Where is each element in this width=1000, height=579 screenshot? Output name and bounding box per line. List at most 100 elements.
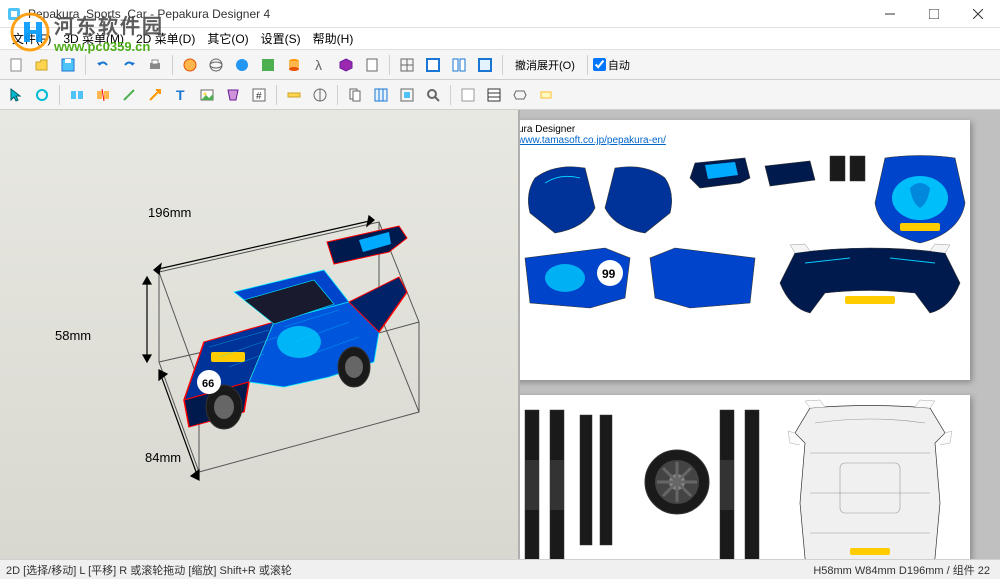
minimize-icon <box>885 9 895 19</box>
tb-select[interactable] <box>4 83 28 107</box>
tb-wireframe[interactable] <box>204 53 228 77</box>
separator <box>587 55 588 75</box>
texture-icon <box>260 57 276 73</box>
undo-unfold-button[interactable]: 撤消展开(O) <box>508 54 582 76</box>
minimize-button[interactable] <box>868 0 912 28</box>
auto-checkbox-label[interactable]: 自动 <box>593 57 630 73</box>
window-title: Pepakura_Sports_Car - Pepakura Designer … <box>28 7 270 21</box>
menu-2d[interactable]: 2D 菜单(D) <box>130 28 201 49</box>
single-2d-icon <box>477 57 493 73</box>
number-icon: # <box>251 87 267 103</box>
tb-measure[interactable] <box>282 83 306 107</box>
tb-zoom[interactable] <box>421 83 445 107</box>
undo-icon <box>95 57 111 73</box>
tb-split[interactable] <box>447 53 471 77</box>
save-icon <box>60 57 76 73</box>
tb-labels[interactable] <box>534 83 558 107</box>
tb-cube[interactable] <box>334 53 358 77</box>
page-icon <box>364 57 380 73</box>
menu-settings[interactable]: 设置(S) <box>255 28 307 49</box>
maximize-icon <box>929 9 939 19</box>
split-view-icon <box>451 57 467 73</box>
new-file-icon <box>8 57 24 73</box>
tb-open[interactable] <box>30 53 54 77</box>
car-3d-model: 66 <box>69 182 449 522</box>
tb-page[interactable] <box>360 53 384 77</box>
separator <box>276 85 277 105</box>
page-app-name: ura Designer <box>520 124 575 135</box>
tb-rotate[interactable] <box>30 83 54 107</box>
tb-undo[interactable] <box>91 53 115 77</box>
page1-parts: 99 <box>520 148 970 378</box>
tb-grid[interactable] <box>395 53 419 77</box>
maximize-button[interactable] <box>912 0 956 28</box>
tb-cylinder[interactable] <box>282 53 306 77</box>
close-icon <box>973 9 983 19</box>
menu-3d[interactable]: 3D 菜单(M) <box>57 28 130 49</box>
tb-redo[interactable] <box>117 53 141 77</box>
tb-grid2[interactable] <box>369 83 393 107</box>
tb-single[interactable] <box>421 53 445 77</box>
tb-new[interactable] <box>4 53 28 77</box>
separator <box>85 55 86 75</box>
menu-file[interactable]: 文件(F) <box>6 28 57 49</box>
hide-lines-icon <box>460 87 476 103</box>
auto-label: 自动 <box>608 57 630 73</box>
cube-icon <box>338 57 354 73</box>
line-icon <box>121 87 137 103</box>
tb-hide-lines[interactable] <box>456 83 480 107</box>
tb-pages[interactable] <box>343 83 367 107</box>
tb-texture[interactable] <box>256 53 280 77</box>
shaded-icon <box>234 57 250 73</box>
tb-print[interactable] <box>143 53 167 77</box>
tb-show-lines[interactable] <box>482 83 506 107</box>
single-view-icon <box>425 57 441 73</box>
folder-open-icon <box>34 57 50 73</box>
tb-lambda[interactable]: λ <box>308 53 332 77</box>
viewport-2d[interactable]: ura Designer www.tamasoft.co.jp/pepakura… <box>520 110 1000 559</box>
image-icon <box>199 87 215 103</box>
page2-parts <box>520 395 970 559</box>
rotate-icon <box>34 87 50 103</box>
arrow-icon <box>147 87 163 103</box>
tb-compass[interactable] <box>308 83 332 107</box>
app-icon <box>6 6 22 22</box>
tb-number[interactable]: # <box>247 83 271 107</box>
tb-shaded[interactable] <box>230 53 254 77</box>
svg-text:66: 66 <box>202 378 214 390</box>
tb-arrow[interactable] <box>143 83 167 107</box>
viewport-3d[interactable]: 66 196mm 58mm 84mm <box>0 110 520 559</box>
lambda-icon: λ <box>312 57 328 73</box>
fit-icon <box>399 87 415 103</box>
tb-fit[interactable] <box>395 83 419 107</box>
workspace: 66 196mm 58mm 84mm <box>0 110 1000 559</box>
titlebar: Pepakura_Sports_Car - Pepakura Designer … <box>0 0 1000 28</box>
auto-checkbox[interactable] <box>593 58 606 71</box>
cylinder-icon <box>286 57 302 73</box>
menu-help[interactable]: 帮助(H) <box>307 28 360 49</box>
page-url-link[interactable]: www.tamasoft.co.jp/pepakura-en/ <box>520 135 666 146</box>
tb-split-edge[interactable] <box>91 83 115 107</box>
print-icon <box>147 57 163 73</box>
separator <box>450 85 451 105</box>
ruler-icon <box>286 87 302 103</box>
tb-flap[interactable] <box>221 83 245 107</box>
menu-other[interactable]: 其它(O) <box>201 28 254 49</box>
tb-save[interactable] <box>56 53 80 77</box>
tb-line[interactable] <box>117 83 141 107</box>
tb-flaps[interactable] <box>508 83 532 107</box>
svg-text:T: T <box>176 87 185 103</box>
dim-height: 58mm <box>55 328 91 343</box>
wireframe-icon <box>208 57 224 73</box>
close-button[interactable] <box>956 0 1000 28</box>
page-header: ura Designer www.tamasoft.co.jp/pepakura… <box>520 120 970 150</box>
tb-single2d[interactable] <box>473 53 497 77</box>
split-icon <box>95 87 111 103</box>
separator <box>389 55 390 75</box>
cursor-icon <box>8 87 24 103</box>
separator <box>502 55 503 75</box>
tb-sphere[interactable] <box>178 53 202 77</box>
tb-image[interactable] <box>195 83 219 107</box>
tb-text[interactable]: T <box>169 83 193 107</box>
tb-join[interactable] <box>65 83 89 107</box>
